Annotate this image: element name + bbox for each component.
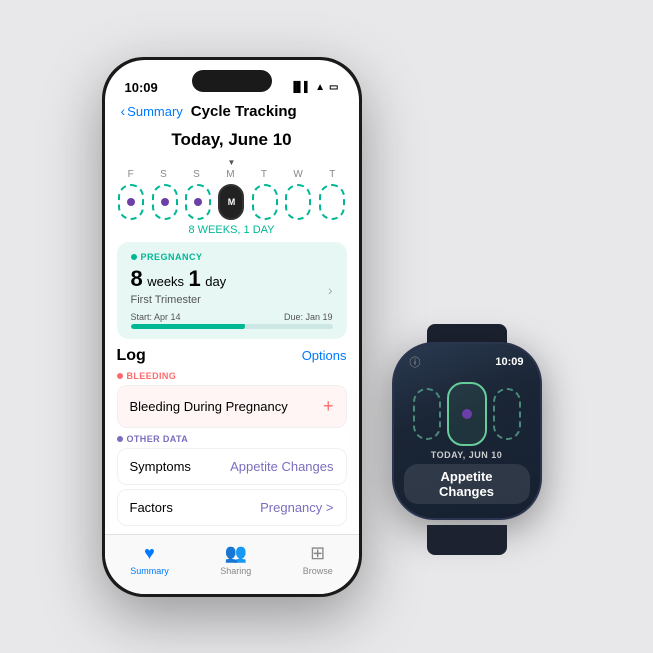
day-circle-3 [185,184,211,220]
watch-time: 10:09 [495,356,523,368]
bleeding-row-label: Bleeding During Pregnancy [130,399,288,414]
tab-summary[interactable]: ♥ Summary [130,543,169,576]
watch-date-label: TODAY, JUN 10 [431,450,503,460]
symptoms-value: Appetite Changes [230,459,333,474]
watch-value-label: Appetite Changes [404,464,530,504]
iphone-screen: 10:09 ▐▌▌ ▲ ▭ ‹ Summary Cycle Tracking T… [105,60,359,594]
back-label: Summary [127,104,183,119]
date-header: Today, June 10 [105,126,359,158]
signal-icon: ▐▌▌ [290,82,311,93]
week-label: 8 WEEKS, 1 DAY [113,224,351,236]
tab-sharing[interactable]: 👥 Sharing [220,543,251,576]
day-s1: S [160,169,167,180]
battery-icon: ▭ [329,82,338,93]
watch-body: ⓘ 10:09 TODAY, JUN 10 Appetite Changes [392,342,542,520]
bleeding-category-label: BLEEDING [117,371,347,381]
watch-oval-center [447,382,487,446]
watch-screen: ⓘ 10:09 TODAY, JUN 10 Appetite Changes [394,344,540,518]
day-w: W [293,169,302,180]
pregnancy-category: PREGNANCY [131,252,333,262]
progress-fill [131,324,242,329]
card-chevron-right: › [328,282,333,298]
watch-status-bar: ⓘ 10:09 [394,354,540,370]
day-circle-7 [319,184,345,220]
options-button[interactable]: Options [302,348,347,363]
page-title: Cycle Tracking [191,103,297,120]
status-icons: ▐▌▌ ▲ ▭ [290,82,339,93]
factors-label: Factors [130,500,173,515]
progress-container: Start: Apr 14 Due: Jan 19 [131,312,333,329]
factors-row[interactable]: Factors Pregnancy > [117,489,347,526]
today-arrow: ▼ [113,158,351,167]
watch-oval-dot [462,409,472,419]
day-labels: F S S M T W T [113,169,351,180]
tab-bar: ♥ Summary 👥 Sharing ⊞ Browse [105,534,359,594]
calendar-strip: ▼ F S S M T W T M [105,158,359,236]
tab-browse[interactable]: ⊞ Browse [303,543,333,576]
bleeding-row[interactable]: Bleeding During Pregnancy + [117,385,347,428]
day-circle-6 [285,184,311,220]
back-button[interactable]: ‹ Summary [121,103,183,119]
symptoms-label: Symptoms [130,459,191,474]
pregnancy-trimester: First Trimester [131,294,333,306]
today-label: M [228,197,236,207]
watch-oval-right [493,388,521,440]
progress-dates: Start: Apr 14 Due: Jan 19 [131,312,333,322]
pregnancy-weeks: 8 [131,266,143,291]
day-t2: T [329,169,335,180]
tab-summary-label: Summary [130,566,169,576]
day-circle-2 [152,184,178,220]
pregnancy-days-unit: day [205,274,226,289]
pregnancy-duration: 8 weeks 1 day [131,266,333,292]
tab-sharing-label: Sharing [220,566,251,576]
wifi-icon: ▲ [315,82,325,93]
nav-bar: ‹ Summary Cycle Tracking [105,99,359,126]
scene: 10:09 ▐▌▌ ▲ ▭ ‹ Summary Cycle Tracking T… [102,57,552,597]
watch-cycle-visual [413,382,521,446]
pregnancy-card[interactable]: PREGNANCY 8 weeks 1 day First Trimester … [117,242,347,339]
status-time: 10:09 [125,80,158,95]
iphone-device: 10:09 ▐▌▌ ▲ ▭ ‹ Summary Cycle Tracking T… [102,57,362,597]
watch-device: ⓘ 10:09 TODAY, JUN 10 Appetite Changes [382,342,552,537]
day-t1: T [261,169,267,180]
watch-band-bottom [427,525,507,555]
day-circle-5 [252,184,278,220]
chevron-left-icon: ‹ [121,103,126,119]
day-s2: S [193,169,200,180]
add-bleeding-button[interactable]: + [323,396,334,417]
log-title: Log [117,347,146,365]
other-category-label: OTHER DATA [117,434,347,444]
watch-info-icon: ⓘ [410,354,421,370]
symptoms-row[interactable]: Symptoms Appetite Changes [117,448,347,485]
pregnancy-weeks-unit: weeks [147,274,184,289]
start-date: Start: Apr 14 [131,312,181,322]
pregnancy-days: 1 [189,266,201,291]
summary-icon: ♥ [144,543,155,564]
factors-value: Pregnancy > [260,500,333,515]
day-f: F [128,169,134,180]
due-date: Due: Jan 19 [284,312,333,322]
sharing-icon: 👥 [225,543,247,564]
watch-oval-left [413,388,441,440]
day-m: M [226,169,234,180]
log-header: Log Options [117,347,347,365]
day-circles: M [113,184,351,220]
log-section: Log Options BLEEDING Bleeding During Pre… [117,347,347,526]
tab-browse-label: Browse [303,566,333,576]
progress-track [131,324,333,329]
browse-icon: ⊞ [310,543,325,564]
day-circle-1 [118,184,144,220]
day-circle-today: M [218,184,244,220]
dynamic-island [192,70,272,92]
